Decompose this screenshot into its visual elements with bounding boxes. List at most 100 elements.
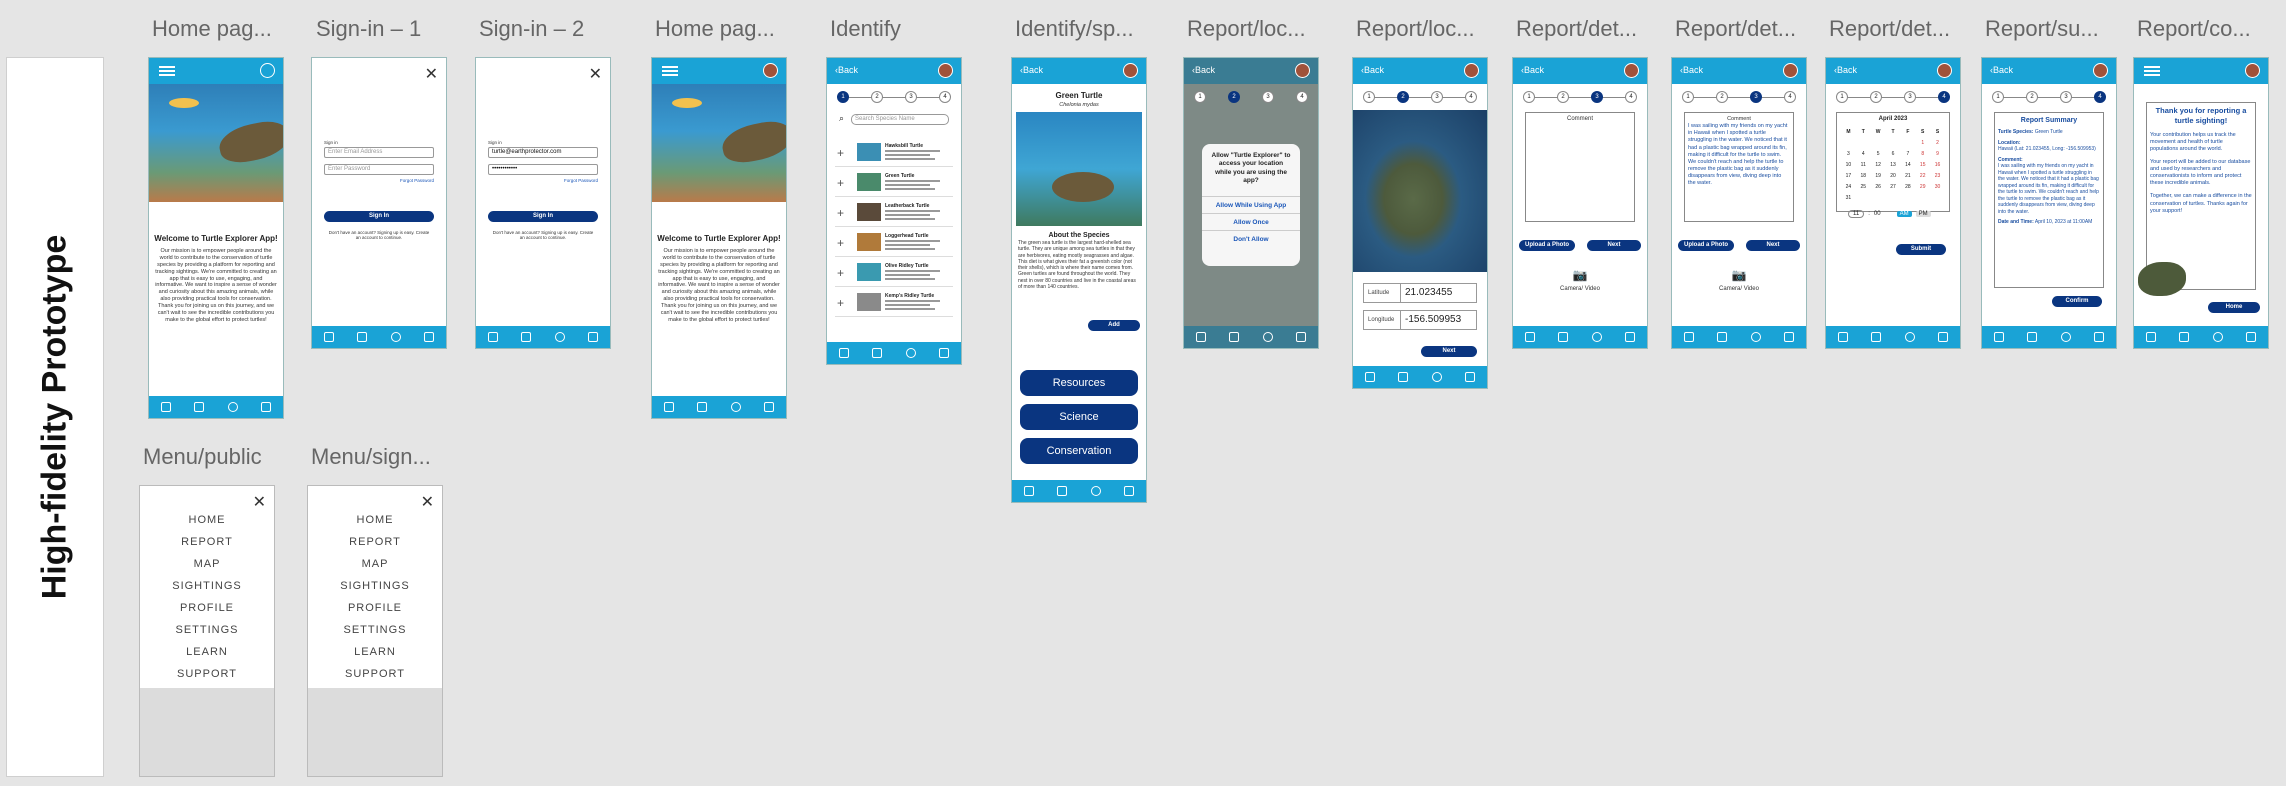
forgot-password-link[interactable]: Forgot Password: [400, 178, 434, 183]
calendar-day[interactable]: 23: [1930, 173, 1945, 179]
menu-item-home[interactable]: HOME: [140, 514, 274, 526]
location-icon[interactable]: [554, 332, 565, 342]
calendar-day[interactable]: 29: [1915, 184, 1930, 190]
calendar-day[interactable]: 15: [1915, 162, 1930, 168]
password-field[interactable]: Enter Password: [324, 164, 434, 175]
avatar[interactable]: [1123, 63, 1138, 78]
back-button[interactable]: ‹Back: [1020, 65, 1043, 75]
close-icon[interactable]: ✕: [589, 64, 602, 84]
card-icon[interactable]: [1784, 332, 1795, 342]
location-icon[interactable]: [227, 402, 238, 412]
camera-icon[interactable]: 📷: [1513, 268, 1647, 282]
home-icon[interactable]: [160, 402, 171, 412]
calendar-day[interactable]: 18: [1856, 173, 1871, 179]
calendar-day[interactable]: 28: [1900, 184, 1915, 190]
home-icon[interactable]: [1683, 332, 1694, 342]
date-picker[interactable]: April 2023 M T W T F S S 1 2 3 4 5 6 7 8 9 10 11 12 13 14 15 1…: [1836, 112, 1950, 212]
back-button[interactable]: ‹Back: [1361, 65, 1384, 75]
document-icon[interactable]: [1057, 486, 1068, 496]
document-icon[interactable]: [521, 332, 532, 342]
calendar-day[interactable]: 14: [1900, 162, 1915, 168]
menu-item-map[interactable]: MAP: [140, 558, 274, 570]
calendar-day[interactable]: 11: [1856, 162, 1871, 168]
calendar-day[interactable]: 4: [1856, 151, 1871, 157]
card-icon[interactable]: [1296, 332, 1307, 342]
am-toggle[interactable]: AM: [1896, 211, 1912, 217]
next-button[interactable]: Next: [1421, 346, 1477, 357]
back-button[interactable]: ‹Back: [1680, 65, 1703, 75]
home-icon[interactable]: [663, 402, 674, 412]
home-icon[interactable]: [838, 348, 849, 358]
list-item[interactable]: + Leatherback Turtle: [835, 200, 953, 227]
card-icon[interactable]: [1465, 372, 1476, 382]
location-icon[interactable]: [1750, 332, 1761, 342]
calendar-day[interactable]: 13: [1886, 162, 1901, 168]
menu-item-settings[interactable]: SETTINGS: [308, 624, 442, 636]
forgot-password-link[interactable]: Forgot Password: [564, 178, 598, 183]
plus-icon[interactable]: +: [837, 176, 844, 190]
location-icon[interactable]: [1431, 372, 1442, 382]
location-icon[interactable]: [1591, 332, 1602, 342]
plus-icon[interactable]: +: [837, 146, 844, 160]
document-icon[interactable]: [872, 348, 883, 358]
document-icon[interactable]: [1558, 332, 1569, 342]
home-icon[interactable]: [2145, 332, 2156, 342]
calendar-day[interactable]: 1: [1915, 140, 1930, 146]
calendar-day[interactable]: 26: [1871, 184, 1886, 190]
avatar[interactable]: [1783, 63, 1798, 78]
card-icon[interactable]: [1124, 486, 1135, 496]
location-icon[interactable]: [1090, 486, 1101, 496]
avatar[interactable]: [1937, 63, 1952, 78]
menu-item-support[interactable]: SUPPORT: [140, 668, 274, 680]
home-button[interactable]: Home: [2208, 302, 2260, 313]
location-icon[interactable]: [2212, 332, 2223, 342]
upload-photo-button[interactable]: Upload a Photo: [1519, 240, 1575, 251]
allow-once-button[interactable]: Allow Once: [1202, 213, 1300, 231]
document-icon[interactable]: [1398, 372, 1409, 382]
menu-item-map[interactable]: MAP: [308, 558, 442, 570]
sign-in-button[interactable]: Sign In: [324, 211, 434, 222]
home-icon[interactable]: [323, 332, 334, 342]
hour-field[interactable]: 11: [1848, 210, 1865, 218]
home-icon[interactable]: [1993, 332, 2004, 342]
email-field[interactable]: turtle@earthprotector.com: [488, 147, 598, 158]
list-item[interactable]: + Olive Ridley Turtle: [835, 260, 953, 287]
back-button[interactable]: ‹Back: [1834, 65, 1857, 75]
menu-item-sightings[interactable]: SIGHTINGS: [140, 580, 274, 592]
document-icon[interactable]: [194, 402, 205, 412]
calendar-day[interactable]: 7: [1900, 151, 1915, 157]
document-icon[interactable]: [1229, 332, 1240, 342]
calendar-day[interactable]: 5: [1871, 151, 1886, 157]
card-icon[interactable]: [261, 402, 272, 412]
calendar-grid[interactable]: M T W T F S S 1 2 3 4 5 6 7 8 9 10 11 12 13 14 15 16 17 18 19 20 21…: [1841, 129, 1945, 201]
calendar-day[interactable]: 8: [1915, 151, 1930, 157]
plus-icon[interactable]: +: [837, 236, 844, 250]
sign-in-button[interactable]: Sign In: [488, 211, 598, 222]
allow-while-using-button[interactable]: Allow While Using App: [1202, 196, 1300, 214]
document-icon[interactable]: [1871, 332, 1882, 342]
menu-icon[interactable]: [159, 66, 175, 76]
map-view[interactable]: [1353, 110, 1487, 272]
home-icon[interactable]: [1524, 332, 1535, 342]
location-icon[interactable]: [1904, 332, 1915, 342]
next-button[interactable]: Next: [1746, 240, 1800, 251]
calendar-day[interactable]: 30: [1930, 184, 1945, 190]
calendar-day[interactable]: 19: [1871, 173, 1886, 179]
list-item[interactable]: + Kemp's Ridley Turtle: [835, 290, 953, 317]
time-picker[interactable]: 11 : 00 AM PM: [1848, 210, 1931, 218]
home-icon[interactable]: [1837, 332, 1848, 342]
calendar-day[interactable]: 17: [1841, 173, 1856, 179]
add-button[interactable]: Add: [1088, 320, 1140, 331]
search-icon[interactable]: ⌕: [839, 113, 844, 124]
card-icon[interactable]: [1938, 332, 1949, 342]
pm-toggle[interactable]: PM: [1915, 211, 1931, 217]
conservation-button[interactable]: Conservation: [1020, 438, 1138, 464]
latitude-field[interactable]: Latitude 21.023455: [1363, 283, 1477, 303]
menu-item-report[interactable]: REPORT: [308, 536, 442, 548]
calendar-day[interactable]: 3: [1841, 151, 1856, 157]
card-icon[interactable]: [424, 332, 435, 342]
back-button[interactable]: ‹Back: [835, 65, 858, 75]
menu-item-home[interactable]: HOME: [308, 514, 442, 526]
calendar-day[interactable]: 25: [1856, 184, 1871, 190]
avatar[interactable]: [2245, 63, 2260, 78]
